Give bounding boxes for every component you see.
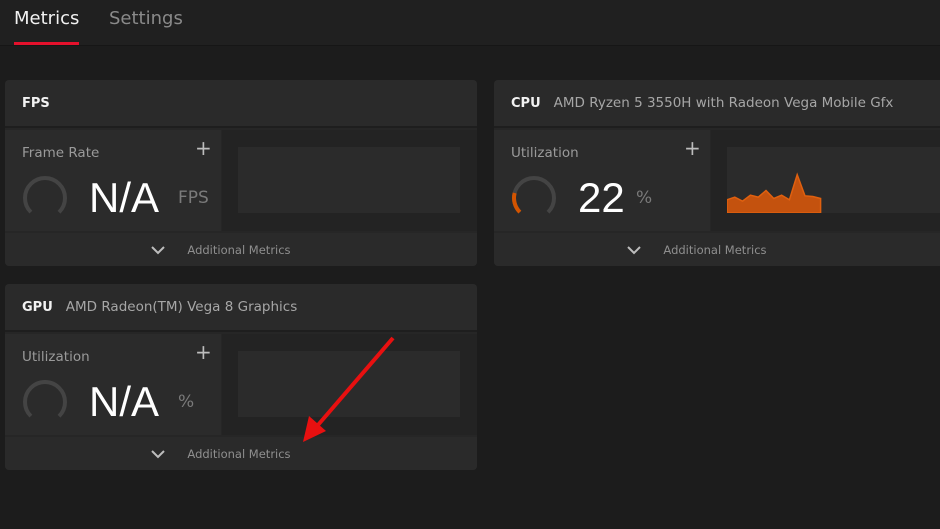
add-metric-button[interactable]: + [195,340,212,364]
chevron-down-icon [627,245,642,254]
tab-bar: Metrics Settings [0,0,940,46]
metric-unit: % [178,392,195,412]
chart-panel [711,130,940,231]
history-chart [726,147,940,214]
cpu-card: CPU AMD Ryzen 5 3550H with Radeon Vega Mo… [494,80,940,266]
footer-label: Additional Metrics [663,242,767,257]
additional-metrics-button[interactable]: Additional Metrics [5,437,477,470]
additional-metrics-button[interactable]: Additional Metrics [5,233,477,266]
chevron-down-icon [151,245,166,254]
card-subtitle: AMD Radeon(TM) Vega 8 Graphics [65,299,298,315]
metric-label: Utilization [22,349,90,365]
card-title: GPU [22,299,53,315]
card-header: GPU AMD Radeon(TM) Vega 8 Graphics [5,284,477,332]
metric-value: 22 [578,174,625,221]
metric-panel: Utilization + 22 % [494,130,710,231]
fps-card: FPS Frame Rate + N/A FPS Additional Metr… [5,80,477,266]
chevron-down-icon [151,449,166,458]
metric-label: Frame Rate [22,145,100,161]
card-header: CPU AMD Ryzen 5 3550H with Radeon Vega Mo… [494,80,940,128]
card-header: FPS [5,80,477,128]
tab-metrics[interactable]: Metrics [14,8,80,45]
gauge-track [23,380,68,424]
gauge-track [512,176,556,220]
area-series [726,172,822,214]
gauge-icon [512,176,556,220]
footer-label: Additional Metrics [187,242,291,257]
gauge-icon [23,380,68,424]
chart-panel [222,130,477,231]
metric-panel: Frame Rate + N/A FPS [5,130,221,231]
metric-unit: % [636,188,653,208]
metric-value: N/A [89,378,160,425]
gauge-fill [512,176,556,220]
additional-metrics-button[interactable]: Additional Metrics [494,233,940,266]
history-chart [238,351,460,417]
footer-label: Additional Metrics [187,446,291,461]
metric-label: Utilization [511,145,579,161]
history-chart [238,147,460,213]
metric-value: N/A [89,174,160,221]
card-title: FPS [22,95,50,111]
card-subtitle: AMD Ryzen 5 3550H with Radeon Vega Mobil… [553,95,894,111]
gauge-icon [23,176,68,220]
gauge-track [23,176,68,220]
cpu-history-area [726,172,822,214]
metric-panel: Utilization + N/A % [5,334,221,435]
gpu-card: GPU AMD Radeon(TM) Vega 8 Graphics Utiliz… [5,284,477,470]
add-metric-button[interactable]: + [684,136,701,160]
chart-panel [222,334,477,435]
add-metric-button[interactable]: + [195,136,212,160]
card-title: CPU [511,95,541,111]
tab-settings[interactable]: Settings [109,8,183,29]
metric-unit: FPS [178,188,209,208]
